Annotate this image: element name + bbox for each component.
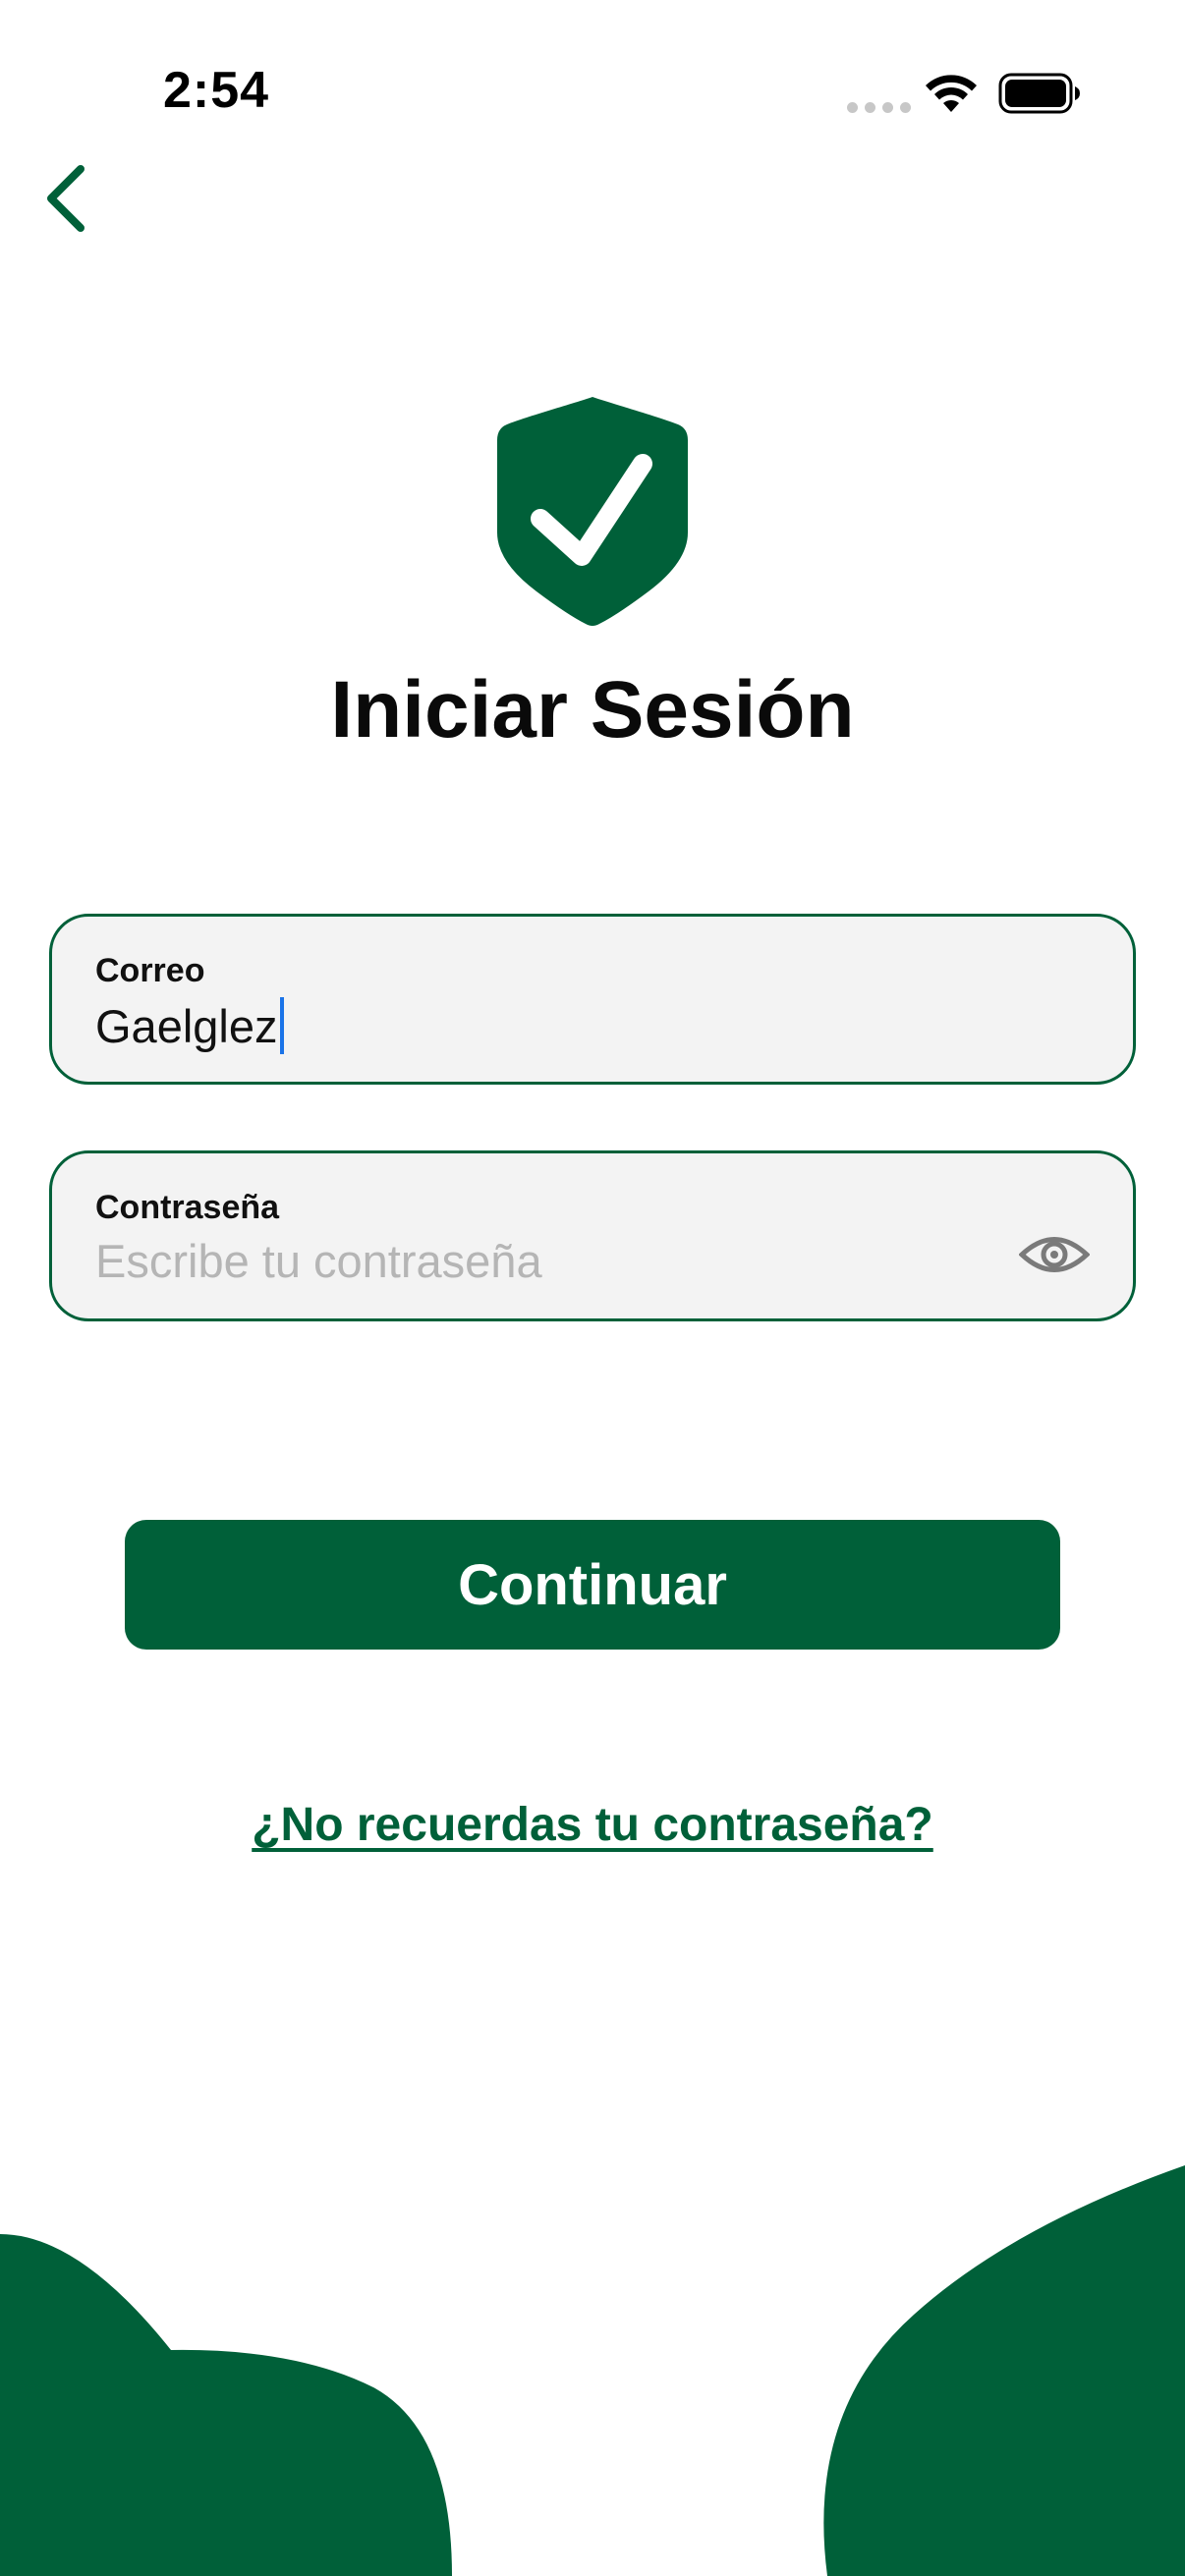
- email-input[interactable]: Gaelglez: [95, 997, 284, 1054]
- password-label: Contraseña: [95, 1189, 280, 1226]
- forgot-password-link[interactable]: ¿No recuerdas tu contraseña?: [0, 1798, 1185, 1852]
- email-field[interactable]: Correo Gaelglez: [49, 914, 1136, 1085]
- back-button[interactable]: [41, 161, 100, 236]
- decorative-blob-left: [0, 2234, 452, 2576]
- email-value: Gaelglez: [95, 999, 278, 1052]
- password-field[interactable]: Contraseña Escribe tu contraseña: [49, 1150, 1136, 1321]
- decorative-blob-right: [823, 2165, 1185, 2576]
- continue-button[interactable]: Continuar: [125, 1520, 1060, 1650]
- chevron-left-icon: [47, 165, 85, 232]
- shield-check-icon: [497, 397, 688, 626]
- password-input[interactable]: Escribe tu contraseña: [95, 1234, 542, 1288]
- page-title: Iniciar Sesión: [330, 665, 855, 755]
- eye-icon[interactable]: [1019, 1232, 1090, 1277]
- status-time: 2:54: [163, 62, 270, 119]
- battery-icon: [998, 73, 1080, 114]
- text-caret: [279, 997, 284, 1054]
- login-screen: 2:54 Iniciar Sesión Correo Gaelglez Cont…: [0, 0, 1185, 2576]
- cellular-signal-icon: [847, 102, 911, 113]
- wifi-icon: [926, 75, 977, 112]
- email-label: Correo: [95, 952, 205, 989]
